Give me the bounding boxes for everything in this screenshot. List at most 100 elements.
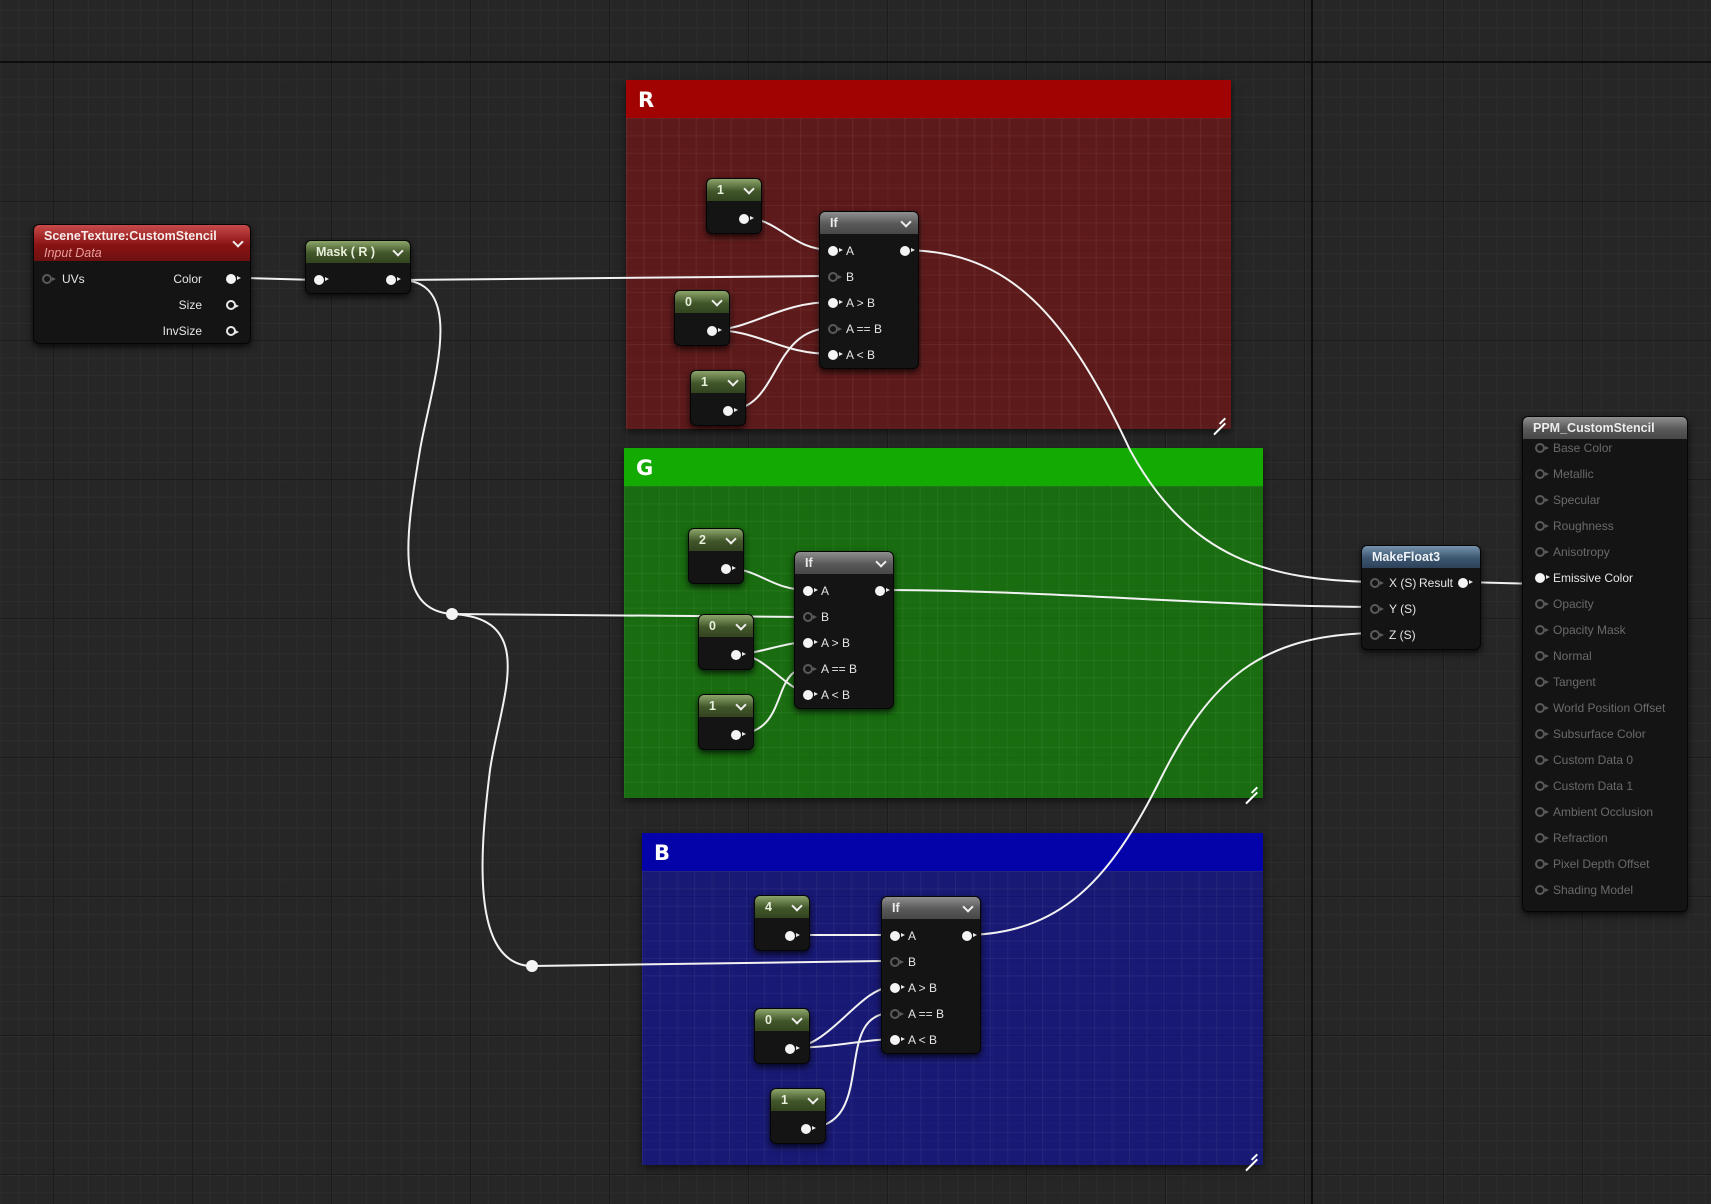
- chevron-down-icon[interactable]: [392, 245, 404, 257]
- constant-node[interactable]: 0: [754, 1008, 810, 1064]
- z-input-pin[interactable]: [1370, 630, 1384, 640]
- resize-handle-icon[interactable]: [1212, 410, 1226, 424]
- if-input-altb-pin[interactable]: [803, 690, 818, 700]
- if-input-aeqb-pin[interactable]: [803, 664, 817, 674]
- if-input-aeqb-pin[interactable]: [890, 1009, 904, 1019]
- make-float3-node[interactable]: MakeFloat3 X (S) Result Y (S) Z (S): [1361, 545, 1481, 650]
- pin-label: B: [908, 955, 917, 969]
- scene-texture-node[interactable]: SceneTexture:CustomStencil Input Data UV…: [33, 224, 251, 344]
- material-input-pin[interactable]: [1535, 807, 1549, 817]
- material-input-pin[interactable]: [1535, 651, 1549, 661]
- chevron-down-icon[interactable]: [725, 533, 737, 545]
- y-input-pin[interactable]: [1370, 604, 1384, 614]
- chevron-down-icon[interactable]: [735, 699, 747, 711]
- if-node-g[interactable]: If A B A > B A == B A < B: [794, 551, 894, 709]
- material-input-pin[interactable]: [1535, 547, 1549, 557]
- result-output-pin[interactable]: [1458, 578, 1473, 588]
- pin-label: A: [908, 929, 917, 943]
- resize-handle-icon[interactable]: [1244, 1146, 1258, 1160]
- chevron-down-icon[interactable]: [735, 619, 747, 631]
- comment-title-g[interactable]: G: [624, 448, 1263, 486]
- comment-title-b[interactable]: B: [642, 833, 1263, 871]
- if-node-b[interactable]: If A B A > B A == B A < B: [881, 896, 981, 1054]
- constant-output-pin[interactable]: [731, 650, 746, 660]
- if-title: If: [805, 556, 813, 570]
- constant-node[interactable]: 1: [770, 1088, 826, 1144]
- comment-title-r[interactable]: R: [626, 80, 1231, 118]
- material-input-pin[interactable]: [1535, 573, 1550, 583]
- if-node-r[interactable]: If A B A > B A == B A < B: [819, 211, 919, 369]
- material-result-node[interactable]: PPM_CustomStencil Base Color Metallic Spec…: [1522, 416, 1688, 912]
- material-input-pin[interactable]: [1535, 703, 1549, 713]
- chevron-down-icon[interactable]: [727, 375, 739, 387]
- material-graph-canvas[interactable]: R G B SceneTexture:CustomStencil Input D…: [0, 0, 1711, 1204]
- material-input-pin[interactable]: [1535, 755, 1549, 765]
- if-input-b-pin[interactable]: [828, 272, 842, 282]
- material-input-pin[interactable]: [1535, 625, 1549, 635]
- material-input-pin[interactable]: [1535, 677, 1549, 687]
- resize-handle-icon[interactable]: [1244, 779, 1258, 793]
- chevron-down-icon[interactable]: [711, 295, 723, 307]
- constant-node[interactable]: 1: [690, 370, 746, 426]
- chevron-down-icon[interactable]: [875, 556, 887, 568]
- if-output-pin[interactable]: [875, 586, 890, 596]
- uvs-input-pin[interactable]: [42, 274, 56, 284]
- color-output-pin[interactable]: [226, 274, 241, 284]
- constant-node[interactable]: 2: [688, 528, 744, 584]
- mask-input-pin[interactable]: [314, 275, 329, 285]
- constant-output-pin[interactable]: [723, 406, 738, 416]
- material-input-pin[interactable]: [1535, 833, 1549, 843]
- constant-node[interactable]: 0: [698, 614, 754, 670]
- material-input-pin[interactable]: [1535, 781, 1549, 791]
- constant-output-pin[interactable]: [721, 564, 736, 574]
- if-input-agtb-pin[interactable]: [890, 983, 905, 993]
- constant-output-pin[interactable]: [731, 730, 746, 740]
- if-input-a-pin[interactable]: [803, 586, 818, 596]
- if-input-b-pin[interactable]: [890, 957, 904, 967]
- chevron-down-icon[interactable]: [900, 216, 912, 228]
- constant-output-pin[interactable]: [785, 931, 800, 941]
- chevron-down-icon[interactable]: [807, 1093, 819, 1105]
- chevron-down-icon[interactable]: [743, 183, 755, 195]
- constant-node[interactable]: 0: [674, 290, 730, 346]
- constant-output-pin[interactable]: [801, 1124, 816, 1134]
- material-input-pin[interactable]: [1535, 599, 1549, 609]
- constant-node[interactable]: 1: [698, 694, 754, 750]
- if-input-agtb-pin[interactable]: [828, 298, 843, 308]
- material-pin-label: Base Color: [1553, 441, 1613, 455]
- if-output-pin[interactable]: [962, 931, 977, 941]
- material-input-pin[interactable]: [1535, 495, 1549, 505]
- if-input-agtb-pin[interactable]: [803, 638, 818, 648]
- reroute-node[interactable]: [526, 960, 538, 972]
- if-input-altb-pin[interactable]: [890, 1035, 905, 1045]
- x-input-pin[interactable]: [1370, 578, 1384, 588]
- material-input-pin[interactable]: [1535, 859, 1549, 869]
- chevron-down-icon[interactable]: [791, 1013, 803, 1025]
- material-input-pin[interactable]: [1535, 521, 1549, 531]
- material-pin-label: Shading Model: [1553, 883, 1634, 897]
- material-input-pin[interactable]: [1535, 443, 1549, 453]
- if-input-aeqb-pin[interactable]: [828, 324, 842, 334]
- if-output-pin[interactable]: [900, 246, 915, 256]
- invsize-output-pin[interactable]: [226, 326, 239, 336]
- material-pin-label: Refraction: [1553, 831, 1608, 845]
- mask-output-pin[interactable]: [386, 275, 401, 285]
- mask-node[interactable]: Mask ( R ): [305, 240, 411, 294]
- material-input-pin[interactable]: [1535, 729, 1549, 739]
- material-input-pin[interactable]: [1535, 469, 1549, 479]
- if-input-a-pin[interactable]: [828, 246, 843, 256]
- constant-output-pin[interactable]: [707, 326, 722, 336]
- material-input-pin[interactable]: [1535, 885, 1549, 895]
- constant-node[interactable]: 1: [706, 178, 762, 234]
- chevron-down-icon[interactable]: [962, 901, 974, 913]
- constant-output-pin[interactable]: [785, 1044, 800, 1054]
- constant-node[interactable]: 4: [754, 895, 810, 951]
- constant-output-pin[interactable]: [739, 214, 754, 224]
- reroute-node[interactable]: [446, 608, 458, 620]
- constant-value: 1: [701, 375, 708, 389]
- if-input-b-pin[interactable]: [803, 612, 817, 622]
- if-input-altb-pin[interactable]: [828, 350, 843, 360]
- if-input-a-pin[interactable]: [890, 931, 905, 941]
- size-output-pin[interactable]: [226, 300, 239, 310]
- chevron-down-icon[interactable]: [791, 900, 803, 912]
